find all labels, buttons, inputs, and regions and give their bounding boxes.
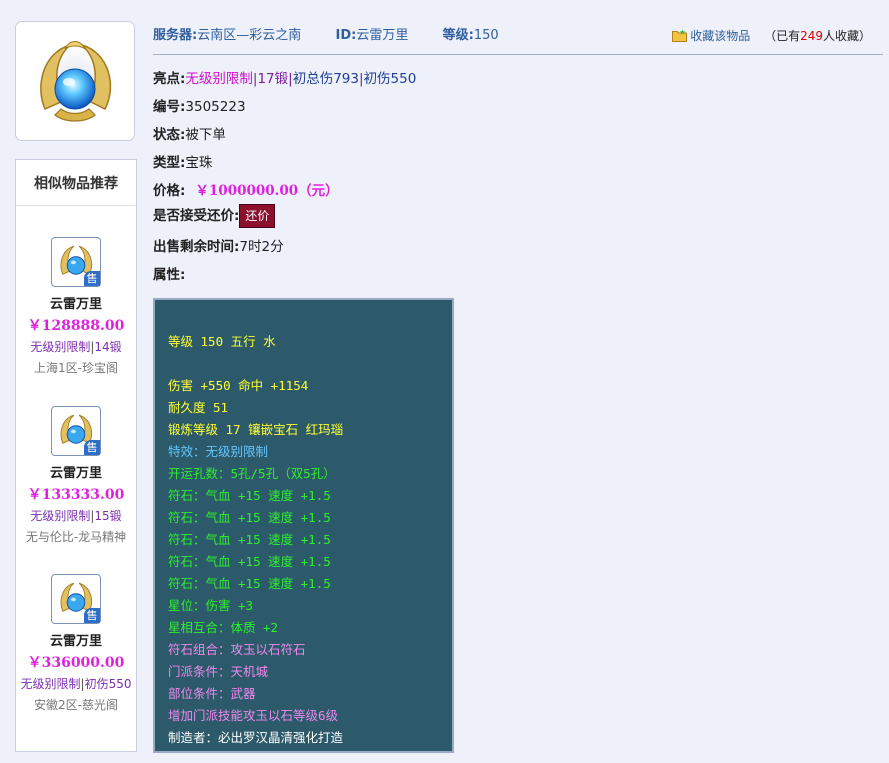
similar-item-thumbnail[interactable]: 售 — [51, 574, 101, 624]
id-value: 云雷万里 — [356, 28, 409, 43]
sold-badge: 售 — [84, 608, 100, 623]
attribute-line: 符石：气血 +15 速度 +1.5 — [168, 532, 331, 547]
similar-item-tag: 初伤550 — [84, 677, 132, 691]
similar-item[interactable]: 售 云雷万里 ￥133333.00 无级别限制|15锻 无与伦比-龙马精神 — [16, 406, 136, 545]
similar-item-name[interactable]: 云雷万里 — [16, 293, 136, 312]
similar-item-tag: 无级别限制 — [30, 340, 91, 354]
attributes-row: 属性: — [153, 263, 185, 283]
status-row: 状态:被下单 — [153, 123, 226, 143]
price-row: 价格: ￥1000000.00（元） — [153, 179, 339, 199]
server-label: 服务器: — [153, 28, 198, 43]
highlights-label: 亮点: — [153, 71, 186, 87]
number-row: 编号:3505223 — [153, 95, 246, 115]
similar-item[interactable]: 售 云雷万里 ￥336000.00 无级别限制|初伤550 安徽2区-慈光阁 — [16, 574, 136, 713]
remaining-time-label: 出售剩余时间: — [153, 239, 240, 255]
similar-item-server: 安徽2区-慈光阁 — [34, 698, 118, 712]
attribute-line: 星位：伤害 +3 — [168, 598, 254, 613]
similar-item-name[interactable]: 云雷万里 — [16, 630, 136, 649]
highlights-row: 亮点:无级别限制|17锻|初总伤793|初伤550 — [153, 71, 417, 87]
similar-item-tag: 15锻 — [94, 509, 122, 523]
attribute-line: 等级 150 五行 水 — [168, 334, 276, 349]
attribute-line: 特效：无级别限制 — [168, 444, 269, 459]
remaining-time-row: 出售剩余时间:7时2分 — [153, 235, 284, 255]
item-header: 服务器:云南区—彩云之南 ID:云雷万里 等级:150 收藏该物品 （已有249… — [153, 24, 883, 55]
level-label: 等级: — [442, 28, 474, 43]
server-value: 云南区—彩云之南 — [197, 28, 302, 43]
type-value: 宝珠 — [185, 155, 213, 171]
status-value: 被下单 — [185, 127, 226, 143]
sold-badge: 售 — [84, 271, 100, 286]
similar-item-tag: 无级别限制 — [30, 509, 91, 523]
favorite-area: 收藏该物品 （已有249人收藏） — [672, 27, 871, 44]
similar-item-thumbnail[interactable]: 售 — [51, 406, 101, 456]
attribute-line: 增加门派技能攻玉以石等级6级 — [168, 708, 339, 723]
jewel-orb-icon — [27, 33, 123, 129]
favorite-count-prefix: （已有 — [764, 29, 801, 43]
similar-items-panel: 相似物品推荐 售 云雷万里 ￥128888.00 无级别限制|14锻 上海1区-… — [15, 159, 137, 752]
attribute-line: 伤害 +550 命中 +1154 — [168, 378, 309, 393]
attributes-label: 属性: — [153, 267, 186, 283]
status-label: 状态: — [153, 127, 186, 143]
attribute-line: 开运孔数：5孔/5孔（双5孔） — [168, 466, 336, 481]
highlight-tag: 初伤550 — [363, 71, 417, 87]
similar-item-tags: 无级别限制|15锻 — [30, 509, 122, 523]
similar-item[interactable]: 售 云雷万里 ￥128888.00 无级别限制|14锻 上海1区-珍宝阁 — [16, 237, 136, 376]
similar-item-server: 无与伦比-龙马精神 — [25, 530, 127, 544]
attribute-line: 耐久度 51 — [168, 400, 229, 415]
similar-item-thumbnail[interactable]: 售 — [51, 237, 101, 287]
similar-items-title: 相似物品推荐 — [16, 160, 136, 206]
sold-badge: 售 — [84, 440, 100, 455]
similar-item-price: ￥133333.00 — [27, 487, 125, 503]
attribute-line: 门派条件：天机城 — [168, 664, 269, 679]
favorite-count: 249 — [800, 29, 823, 43]
attribute-line: 部位条件：武器 — [168, 686, 256, 701]
id-label: ID: — [335, 28, 357, 43]
favorite-count-suffix: 人收藏） — [822, 29, 871, 43]
similar-item-price: ￥128888.00 — [27, 318, 125, 334]
similar-item-name[interactable]: 云雷万里 — [16, 462, 136, 481]
attribute-line: 符石：气血 +15 速度 +1.5 — [168, 488, 331, 503]
folder-star-icon[interactable] — [672, 29, 688, 42]
favorite-link[interactable]: 收藏该物品 — [690, 29, 750, 43]
attribute-line: 符石：气血 +15 速度 +1.5 — [168, 576, 331, 591]
attribute-line: 符石：气血 +15 速度 +1.5 — [168, 510, 331, 525]
remaining-time-value: 7时2分 — [239, 239, 284, 255]
bargain-row: 是否接受还价: 还价 — [153, 204, 276, 228]
similar-item-tags: 无级别限制|14锻 — [30, 340, 122, 354]
highlight-tag: 初总伤793 — [292, 71, 359, 87]
bargain-label: 是否接受还价: — [153, 208, 240, 224]
attribute-line: 制造者：必出罗汉晶清强化打造 — [168, 730, 344, 745]
number-label: 编号: — [153, 99, 186, 115]
similar-item-tag: 无级别限制 — [20, 677, 81, 691]
attribute-line: 星相互合：体质 +2 — [168, 620, 279, 635]
highlight-tag: 无级别限制 — [185, 71, 253, 87]
type-label: 类型: — [153, 155, 186, 171]
attribute-line: 符石：气血 +15 速度 +1.5 — [168, 554, 331, 569]
price-value: ￥1000000.00（元） — [195, 183, 339, 199]
number-value: 3505223 — [185, 99, 246, 115]
similar-item-tag: 14锻 — [94, 340, 122, 354]
similar-item-server: 上海1区-珍宝阁 — [34, 361, 118, 375]
similar-item-tags: 无级别限制|初伤550 — [20, 677, 132, 691]
attribute-line: 符石组合：攻玉以石符石 — [168, 642, 306, 657]
price-label: 价格: — [153, 183, 186, 199]
item-image — [15, 21, 135, 141]
similar-item-price: ￥336000.00 — [27, 655, 125, 671]
highlight-tag: 17锻 — [257, 71, 289, 87]
type-row: 类型:宝珠 — [153, 151, 212, 171]
level-value: 150 — [473, 28, 499, 43]
attributes-box: 等级 150 五行 水 伤害 +550 命中 +1154 耐久度 51 锻炼等级… — [153, 298, 454, 753]
attribute-line: 锻炼等级 17 镶嵌宝石 红玛瑙 — [168, 422, 344, 437]
counter-offer-button[interactable]: 还价 — [239, 204, 276, 228]
